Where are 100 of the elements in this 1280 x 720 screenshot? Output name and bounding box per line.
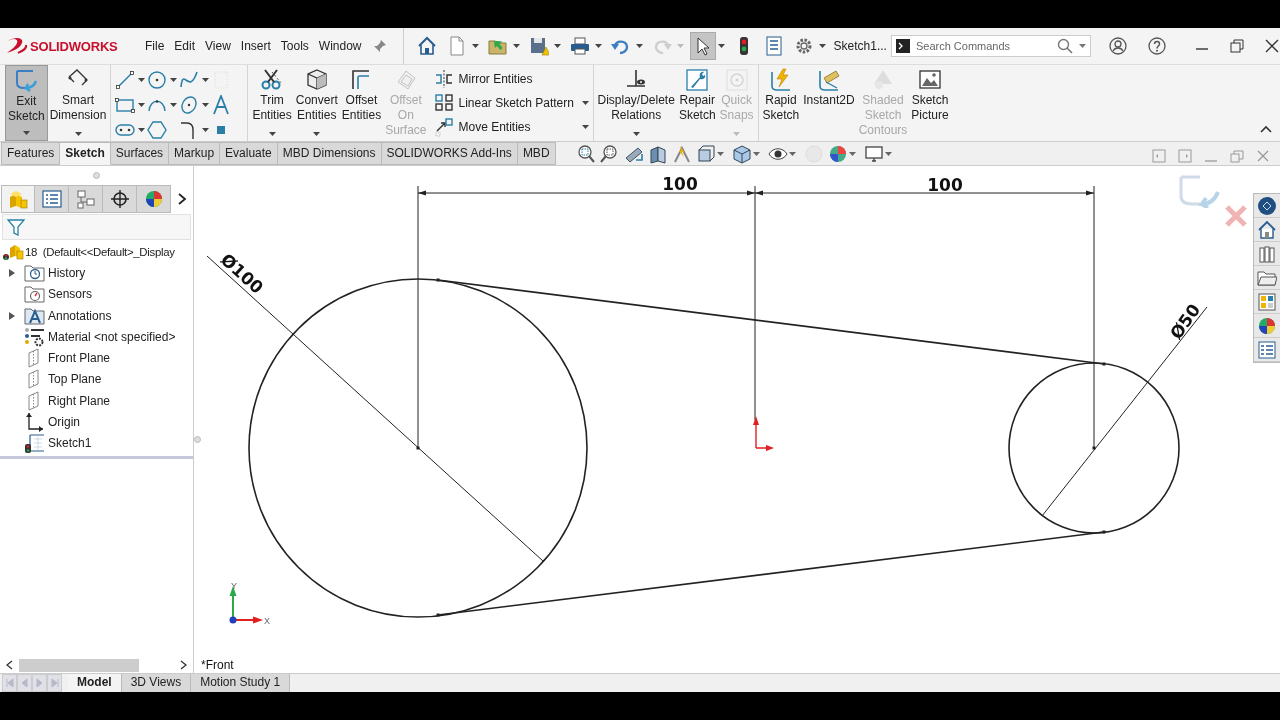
caret-icon[interactable]: [170, 77, 178, 82]
command-tab[interactable]: SOLIDWORKS Add-Ins: [381, 142, 518, 165]
caret-icon[interactable]: [884, 151, 892, 156]
caret-icon[interactable]: [202, 127, 210, 132]
menu-item[interactable]: View: [200, 39, 236, 53]
collapse-ribbon-icon[interactable]: [1260, 125, 1272, 133]
help-icon[interactable]: [1147, 37, 1166, 55]
hexagon-icon[interactable]: [147, 119, 168, 140]
tree-item[interactable]: Origin: [48, 415, 80, 429]
caret-icon[interactable]: [581, 101, 589, 105]
ribbon-button[interactable]: Display/Delete Relations: [595, 65, 677, 141]
menu-item[interactable]: Window: [313, 39, 367, 53]
scroll-left-icon[interactable]: [6, 660, 13, 670]
caret-icon[interactable]: [138, 127, 146, 132]
caret-icon[interactable]: [512, 44, 520, 48]
tree-item[interactable]: Top Plane: [48, 372, 102, 387]
caret-icon[interactable]: [848, 151, 856, 156]
section-view-icon[interactable]: [647, 143, 668, 164]
tree-item[interactable]: Front Plane: [48, 351, 111, 366]
ribbon-command[interactable]: Mirror Entities: [434, 68, 589, 90]
caret-icon[interactable]: [594, 44, 602, 48]
menu-item[interactable]: File: [140, 39, 170, 53]
menu-item[interactable]: Insert: [235, 39, 276, 53]
caret-icon[interactable]: [717, 44, 725, 48]
search-icon[interactable]: [1056, 38, 1073, 54]
document-tab[interactable]: Motion Study 1: [191, 674, 291, 692]
panel-tab[interactable]: [137, 185, 171, 213]
ellipse-icon[interactable]: [179, 94, 200, 115]
ribbon-command[interactable]: Linear Sketch Pattern: [434, 92, 589, 114]
caret-icon[interactable]: [632, 132, 640, 136]
scene-icon[interactable]: [827, 143, 848, 164]
caret-icon[interactable]: [138, 77, 146, 82]
ribbon-button[interactable]: Smart Dimension: [47, 65, 109, 141]
command-tab[interactable]: Evaluate: [220, 142, 278, 165]
search-field[interactable]: Search Commands: [890, 35, 1091, 57]
document-tab[interactable]: 3D Views: [121, 674, 192, 692]
ribbon-button[interactable]: Convert Entities: [293, 65, 340, 141]
tile-left-icon[interactable]: [1152, 149, 1166, 163]
spline-icon[interactable]: [179, 69, 200, 90]
ribbon-button[interactable]: Sketch Picture: [909, 65, 951, 141]
caret-icon[interactable]: [170, 102, 178, 107]
tree-item[interactable]: History: [48, 265, 86, 280]
caret-icon[interactable]: [553, 44, 561, 48]
close-icon[interactable]: [1264, 39, 1279, 53]
ribbon-button[interactable]: Instant2D: [801, 65, 857, 141]
tree-item[interactable]: Sensors: [48, 287, 93, 302]
text-tool-icon[interactable]: [211, 94, 232, 115]
caret-icon[interactable]: [635, 44, 643, 48]
menu-item[interactable]: Tools: [275, 39, 314, 53]
caret-icon[interactable]: [22, 131, 30, 135]
view-orientation-icon[interactable]: [695, 143, 716, 164]
command-tab[interactable]: MBD: [517, 142, 556, 165]
line-icon[interactable]: [115, 69, 136, 90]
command-tab[interactable]: Sketch: [60, 142, 111, 165]
pin-icon[interactable]: [372, 39, 387, 53]
ribbon-button[interactable]: Offset Entities: [339, 65, 384, 141]
caret-icon[interactable]: [788, 151, 796, 156]
caret-icon[interactable]: [74, 132, 82, 136]
ribbon-button[interactable]: Repair Sketch: [676, 65, 718, 141]
tree-item[interactable]: Right Plane: [48, 393, 111, 408]
tree-item[interactable]: 18 (Default<<Default>_Display: [25, 245, 175, 258]
caret-icon[interactable]: [202, 77, 210, 82]
caret-icon[interactable]: [818, 44, 826, 48]
expand-arrow-icon[interactable]: [9, 311, 15, 320]
restore-icon[interactable]: [1229, 39, 1244, 53]
chevron-right-icon[interactable]: [177, 193, 187, 205]
caret-icon[interactable]: [138, 102, 146, 107]
caret-icon[interactable]: [716, 151, 724, 156]
ribbon-button[interactable]: Trim Entities: [250, 65, 294, 141]
scroll-right-icon[interactable]: [180, 660, 187, 670]
expand-arrow-icon[interactable]: [9, 268, 15, 277]
command-tab[interactable]: Features: [1, 142, 61, 165]
document-tab[interactable]: Model: [68, 674, 122, 692]
caret-icon[interactable]: [268, 132, 276, 136]
dimension-text[interactable]: 100: [662, 174, 698, 194]
user-icon[interactable]: [1108, 37, 1127, 55]
tree-item[interactable]: Sketch1: [48, 436, 92, 451]
caret-icon[interactable]: [1078, 44, 1086, 48]
splitter-handle-icon[interactable]: [93, 172, 100, 179]
caret-icon[interactable]: [471, 44, 479, 48]
menu-item[interactable]: Edit: [169, 39, 201, 53]
caret-icon[interactable]: [581, 125, 589, 130]
monitor-icon[interactable]: [863, 143, 884, 164]
display-style-icon[interactable]: [731, 143, 752, 164]
command-tab[interactable]: MBD Dimensions: [277, 142, 382, 165]
ribbon-button[interactable]: Exit Sketch: [5, 65, 48, 141]
zoom-area-icon[interactable]: [599, 143, 620, 164]
caret-icon[interactable]: [202, 102, 210, 107]
ribbon-button[interactable]: Rapid Sketch: [760, 65, 802, 141]
filter-icon[interactable]: [7, 218, 25, 236]
scrollbar-thumb[interactable]: [19, 658, 139, 672]
tile-right-icon[interactable]: [1178, 149, 1192, 163]
tree-item[interactable]: Annotations: [48, 308, 112, 323]
caret-icon[interactable]: [752, 151, 760, 156]
splitter-handle-icon[interactable]: [193, 436, 201, 443]
circle-icon[interactable]: [147, 69, 168, 90]
caret-icon[interactable]: [313, 132, 321, 136]
command-tab[interactable]: Surfaces: [110, 142, 170, 165]
command-tab[interactable]: Markup: [169, 142, 221, 165]
dimension-text[interactable]: 100: [927, 175, 963, 195]
